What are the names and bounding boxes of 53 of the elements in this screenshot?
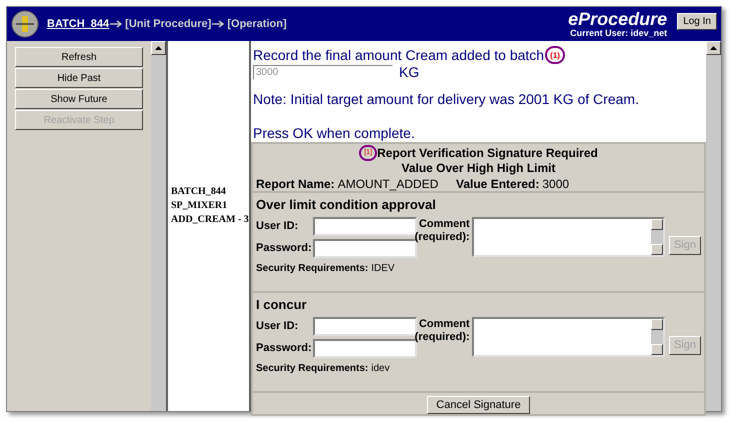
breadcrumb-link[interactable]: BATCH_844 [47,16,110,32]
security-value: idev [371,362,390,376]
signature-subtitle: Value Over High High Limit [401,161,556,175]
comment-required-label: (required): [414,230,470,244]
sidebar-button[interactable]: Hide Past [15,68,143,88]
step-info-text: SP_MIXER1 [171,199,228,213]
scroll-up-button[interactable] [706,41,721,55]
press-ok-text: Press OK when complete. [253,125,416,142]
sidebar-button[interactable]: Refresh [15,47,143,67]
section-title: Over limit condition approval [256,196,437,214]
scrollbar[interactable] [706,41,721,411]
logo-icon [11,10,39,38]
password-label: Password: [256,340,313,356]
user-id-label: User ID: [256,318,300,334]
breadcrumb-item: [Unit Procedure] [125,16,212,32]
step-info-text: ADD_CREAM - 3 [171,213,249,227]
cancel-signature-button[interactable]: Cancel Signature [427,396,530,414]
section-title: I concur [256,296,308,314]
user-id-field[interactable] [313,316,417,336]
comment-label: Comment [418,218,470,230]
password-field[interactable] [313,238,417,258]
password-label: Password: [256,240,313,256]
value-entered-value: 3000 [542,176,570,191]
comment-field[interactable] [472,316,665,356]
user-id-field[interactable] [313,216,417,236]
value-entered-label: Value Entered: [456,176,540,191]
report-name-value: AMOUNT_ADDED [338,176,438,191]
unit-label: KG [399,64,420,81]
step-info-text: BATCH_844 [171,185,227,199]
comment-required-label: (required): [414,330,470,344]
security-label: Security Requirements: [256,262,368,276]
arrow-icon [110,20,124,28]
instruction-prompt: Record the final amount Cream added to batch [253,46,544,64]
signature-title: Report Verification Signature Required [377,146,598,160]
comment-field[interactable] [472,216,665,256]
scroll-up-button[interactable] [151,41,166,55]
password-field[interactable] [313,338,417,358]
report-name-label: Report Name: [256,176,335,191]
callout-marker: (1) [545,46,566,64]
arrow-icon [212,20,226,28]
sidebar-button[interactable]: Show Future [15,89,143,109]
scrollbar[interactable] [151,41,166,411]
brand-logo: eProcedure [568,10,668,28]
login-button[interactable]: Log In [677,12,717,30]
up-arrow-icon [155,46,162,50]
comment-label: Comment [418,318,470,330]
security-label: Security Requirements: [256,362,368,376]
breadcrumb-item: [Operation] [227,16,287,32]
note-text: Note: Initial target amount for delivery was 2001 KG of Cream. [253,91,640,108]
user-id-label: User ID: [256,218,300,234]
current-user: Current User: idev_net [570,29,668,38]
up-arrow-icon [710,46,717,50]
security-value: IDEV [371,262,395,276]
